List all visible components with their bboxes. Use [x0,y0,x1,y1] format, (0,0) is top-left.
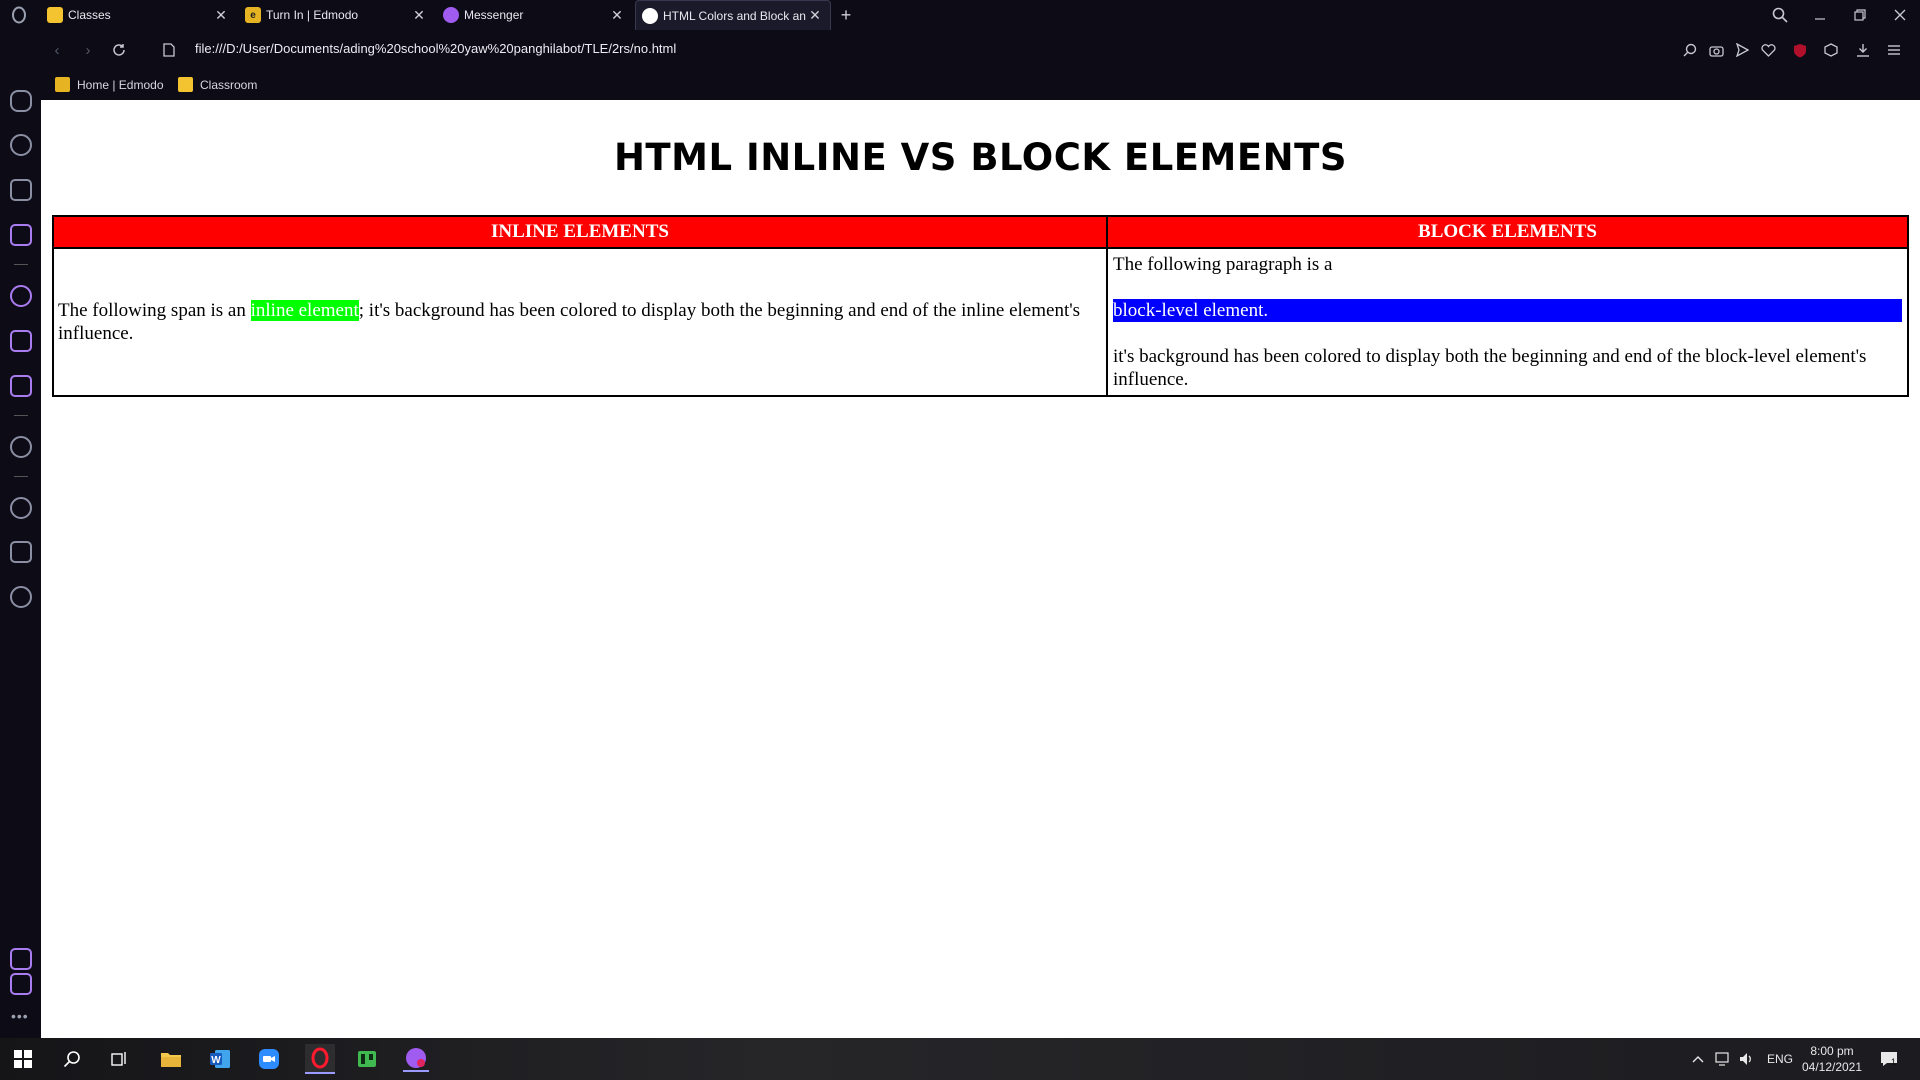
classroom-bookmark-icon [178,77,193,92]
page-info-icon[interactable] [158,39,180,61]
file-explorer-icon[interactable] [158,1046,184,1072]
clock[interactable]: 8:00 pm 04/12/2021 [1800,1038,1864,1080]
header-block-elements: BLOCK ELEMENTS [1106,215,1909,249]
comparison-table: INLINE ELEMENTS BLOCK ELEMENTS The follo… [52,215,1909,397]
page-viewport: HTML INLINE VS BLOCK ELEMENTS INLINE ELE… [41,100,1920,1038]
task-view-icon[interactable] [106,1046,132,1072]
tab-label: Classes [68,8,111,22]
tab-html-colors[interactable]: HTML Colors and Block an ✕ [635,0,831,30]
globe-favicon-icon [642,7,658,24]
restore-icon[interactable] [1849,4,1871,26]
bookmark-home-edmodo[interactable]: Home | Edmodo [55,77,164,92]
tab-messenger[interactable]: Messenger ✕ [437,0,632,30]
speed-dial-icon[interactable] [10,134,32,156]
messenger-app-icon[interactable] [403,1046,429,1072]
close-tab-icon[interactable]: ✕ [410,7,428,24]
table-row: The following span is an inline element;… [52,247,1909,397]
inline-text-before: The following span is an [58,300,251,321]
block-intro-text: The following paragraph is a [1113,254,1333,275]
download-icon[interactable] [1852,39,1874,61]
bookmarks-bar: Home | Edmodo Classroom [41,70,1920,100]
tray-chevron-icon[interactable] [1692,1038,1704,1080]
microsoft-word-icon[interactable]: W [207,1046,233,1072]
close-tab-icon[interactable]: ✕ [806,7,824,24]
instagram-icon[interactable] [10,330,32,352]
sidebar-divider [14,264,28,265]
zoom-search-icon[interactable] [1679,39,1701,61]
page-title: HTML INLINE VS BLOCK ELEMENTS [613,136,1348,179]
heart-bookmark-icon[interactable] [1757,39,1779,61]
messenger-favicon-icon [443,7,459,23]
send-arrow-icon[interactable] [1731,39,1753,61]
back-icon[interactable]: ‹ [46,39,68,61]
discord-icon[interactable] [10,375,32,397]
opera-sidebar: ••• [0,30,41,1038]
bookmark-label: Classroom [200,77,258,92]
search-icon[interactable] [59,1046,85,1072]
tab-label: Messenger [464,8,524,22]
close-tab-icon[interactable]: ✕ [212,7,230,24]
workspace-2-icon[interactable] [10,973,32,995]
volume-icon[interactable] [1739,1038,1755,1080]
address-bar: ‹ › file:///D:/User/Documents/ading%20sc… [41,30,1920,70]
history-clock-icon[interactable] [10,497,32,519]
clock-time: 8:00 pm [1810,1044,1854,1058]
bookmark-label: Home | Edmodo [77,77,164,92]
clock-date: 04/12/2021 [1801,1060,1863,1074]
edmodo-bookmark-icon [55,77,70,92]
snapshot-camera-icon[interactable] [1705,39,1727,61]
close-window-icon[interactable] [1889,4,1911,26]
bookmark-classroom[interactable]: Classroom [178,77,257,92]
more-options-icon[interactable]: ••• [11,1008,29,1024]
language-indicator[interactable]: ENG [1767,1038,1793,1080]
tab-bar: Classes ✕ e Turn In | Edmodo ✕ Messenger… [0,0,1920,30]
player-icon[interactable] [10,436,32,458]
block-highlight-paragraph: block-level element. [1113,299,1902,322]
cube-icon[interactable] [10,541,32,563]
block-example-cell: The following paragraph is a block-level… [1106,247,1909,397]
network-icon[interactable] [1715,1038,1731,1080]
url-input[interactable]: file:///D:/User/Documents/ading%20school… [195,41,676,56]
tab-label: Turn In | Edmodo [266,8,359,22]
edmodo-favicon-icon: e [245,7,261,23]
new-tab-button[interactable]: + [835,4,857,26]
minimize-icon[interactable] [1809,4,1831,26]
tab-label: HTML Colors and Block an [663,8,806,23]
zoom-app-icon[interactable] [256,1046,282,1072]
table-header-row: INLINE ELEMENTS BLOCK ELEMENTS [52,215,1909,249]
messenger-icon[interactable] [10,285,32,307]
ublock-icon[interactable] [1789,39,1811,61]
windows-taskbar: W ENG 8:00 pm 04/12/2021 1 [0,1038,1920,1080]
windows-start-icon[interactable] [10,1046,36,1072]
extensions-bag-icon[interactable] [10,179,32,201]
close-tab-icon[interactable]: ✕ [608,7,626,24]
tab-classes[interactable]: Classes ✕ [41,0,236,30]
classroom-favicon-icon [47,7,63,23]
inline-highlight-span: inline element [250,300,359,321]
sidebar-divider [14,476,28,477]
forward-icon[interactable]: › [77,39,99,61]
extensions-cube-icon[interactable] [1820,39,1842,61]
game-controller-icon[interactable] [10,90,32,112]
search-tabs-icon[interactable] [1769,4,1791,26]
sidebar-divider [14,415,28,416]
block-outro-text: it's background has been colored to disp… [1113,346,1867,390]
opera-browser-icon[interactable] [305,1044,335,1074]
twitch-icon[interactable] [10,224,32,246]
opera-menu-icon[interactable] [8,4,30,26]
notification-count: 1 [1891,1057,1897,1067]
svg-text:W: W [211,1055,221,1066]
kanban-app-icon[interactable] [354,1046,380,1072]
workspaces-icon[interactable] [10,948,32,970]
tab-turn-in-edmodo[interactable]: e Turn In | Edmodo ✕ [239,0,434,30]
inline-example-cell: The following span is an inline element;… [52,247,1108,397]
settings-gear-icon[interactable] [10,586,32,608]
easy-setup-menu-icon[interactable] [1883,39,1905,61]
notification-center-icon[interactable]: 1 [1880,1038,1898,1080]
reload-icon[interactable] [108,39,130,61]
header-inline-elements: INLINE ELEMENTS [52,215,1108,249]
